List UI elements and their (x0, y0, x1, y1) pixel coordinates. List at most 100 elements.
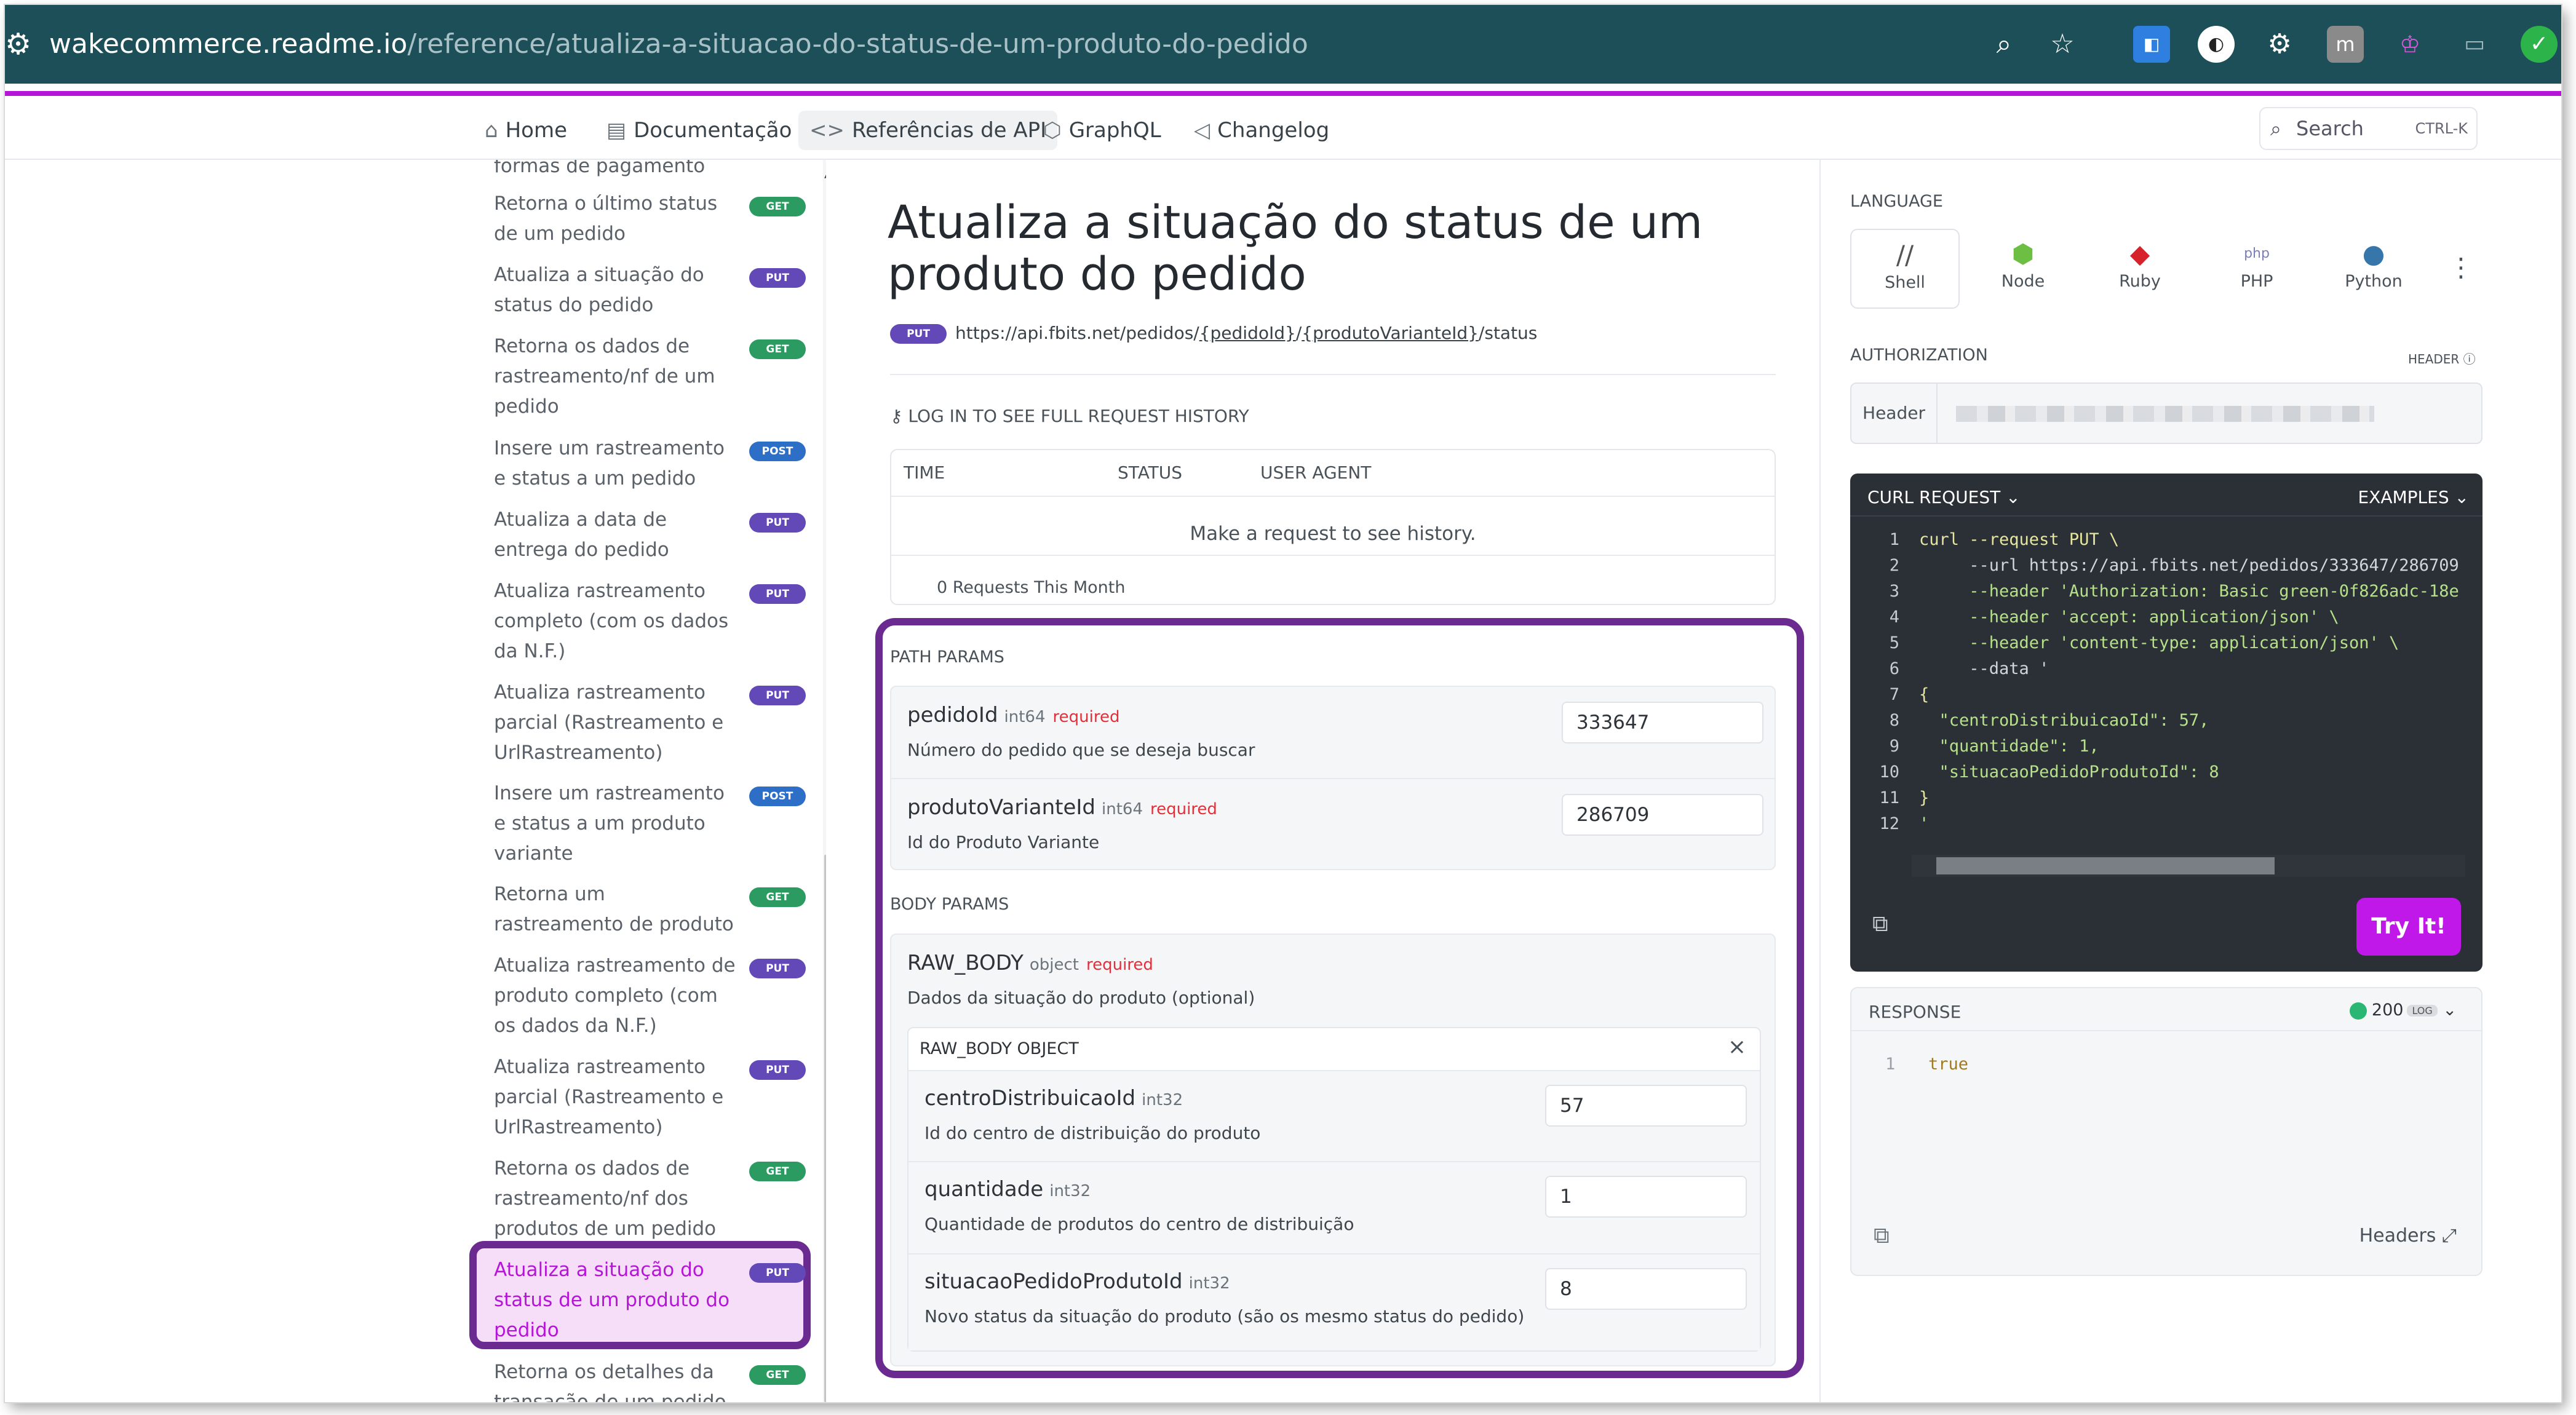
lang-shell[interactable]: // Shell (1850, 229, 1960, 309)
chevron-down-icon: ⌄ (2454, 487, 2469, 507)
line-number: 4 (1889, 608, 1899, 627)
extension-icon[interactable]: ♔ (2391, 26, 2428, 63)
nav-graphql[interactable]: ⬡ GraphQL (1032, 111, 1172, 150)
sidebar-item[interactable]: Insere um rastreamento e status a um ped… (494, 434, 740, 494)
browser-window: ⚙ wakecommerce.readme.io/reference/atual… (5, 5, 2561, 1402)
more-icon[interactable]: ⋮ (2448, 252, 2474, 282)
extension-icon[interactable]: ◧ (2133, 26, 2170, 63)
line-number: 9 (1889, 737, 1899, 756)
param-name-text: RAW_BODY (907, 951, 1024, 975)
situacaopedidoprodutoid-input[interactable] (1545, 1268, 1747, 1310)
sidebar-item-label: Atualiza a situação do status de um prod… (494, 1259, 730, 1341)
sidebar-item[interactable]: Atualiza a data de entrega do pedido (494, 505, 740, 565)
param-name: quantidade int32 (924, 1177, 1091, 1202)
bookmark-star-icon[interactable]: ☆ (2044, 26, 2081, 63)
try-it-button[interactable]: Try It! (2356, 898, 2461, 956)
lang-ruby[interactable]: ◆ Ruby (2085, 229, 2195, 309)
authorization-field[interactable]: Header (1850, 382, 2483, 444)
curl-title[interactable]: CURL REQUEST ⌄ (1867, 487, 2021, 507)
extension-m-icon[interactable]: m (2327, 26, 2364, 63)
url-base: https://api.fbits.net/pedidos/ (955, 323, 1199, 343)
scrollbar-thumb[interactable] (824, 855, 826, 1402)
history-empty-message: Make a request to see history. (1190, 523, 1476, 545)
response-status[interactable]: 200 LOG ⌄ (2349, 1001, 2457, 1020)
nav-changelog[interactable]: ◁ Changelog (1183, 111, 1340, 150)
sidebar-item[interactable]: Atualiza a situação do status do pedido (494, 260, 740, 320)
scrollbar-thumb[interactable] (1936, 857, 2275, 874)
line-number: 7 (1889, 685, 1899, 704)
search-shortcut: CTRL-K (2415, 120, 2468, 137)
produtovarianteid-input[interactable] (1562, 794, 1763, 836)
divider (891, 555, 1775, 556)
auth-key-label: Header (1851, 384, 1938, 443)
param-row: situacaoPedidoProdutoId int32 Novo status… (908, 1254, 1760, 1350)
nav-docs[interactable]: ▤ Documentação (595, 111, 803, 150)
check-icon[interactable]: ✓ (2521, 26, 2558, 63)
lang-php[interactable]: php PHP (2202, 229, 2312, 309)
login-notice[interactable]: ⚷ LOG IN TO SEE FULL REQUEST HISTORY (890, 406, 1249, 426)
nav-api-label: Referências de API (851, 118, 1047, 143)
extension-icon[interactable]: ◐ (2198, 26, 2235, 63)
sidebar-item[interactable]: Retorna os dados de rastreamento/nf de u… (494, 331, 740, 422)
search-button[interactable]: ⌕ Search CTRL-K (2259, 107, 2478, 150)
lang-python[interactable]: ● Python (2319, 229, 2428, 309)
sidebar-item[interactable]: Atualiza rastreamento completo (com os d… (494, 576, 740, 667)
path-params-box: pedidoId int64 required Número do pedido q… (890, 686, 1776, 870)
line-number: 10 (1879, 763, 1899, 782)
sidebar-item[interactable]: Insere um rastreamento e status a um pro… (494, 779, 740, 869)
window-icon[interactable]: ▭ (2456, 26, 2493, 63)
scroll-up-icon[interactable]: ▲ (824, 165, 826, 180)
copy-icon[interactable]: ⧉ (1874, 1223, 1890, 1249)
sidebar-scrollbar[interactable]: ▲ (823, 160, 826, 1402)
param-required: required (1052, 708, 1120, 726)
sidebar-item-label: Atualiza a data de entrega do pedido (494, 509, 669, 561)
info-icon: ⓘ (2463, 352, 2476, 367)
param-name: RAW_BODY object required (907, 951, 1153, 975)
pedidoid-input[interactable] (1562, 702, 1763, 743)
examples-dropdown[interactable]: EXAMPLES ⌄ (2358, 487, 2469, 507)
gear-extension-icon[interactable]: ⚙ (2261, 26, 2298, 63)
code-horizontal-scrollbar[interactable] (1912, 855, 2465, 877)
sidebar-item[interactable]: Retorna o último status de um pedido (494, 189, 740, 249)
param-type: int64 (1102, 800, 1143, 818)
sidebar-item[interactable]: Retorna os detalhes da transação de um p… (494, 1357, 740, 1402)
sidebar-item[interactable]: Atualiza rastreamento parcial (Rastreame… (494, 678, 740, 768)
param-name-text: centroDistribuicaoId (924, 1086, 1136, 1111)
code-text: "centroDistribuicaoId": 57, (1919, 711, 2209, 730)
sidebar-item[interactable]: formas de pagamento (494, 160, 740, 181)
param-desc: Quantidade de produtos do centro de dist… (924, 1214, 1354, 1234)
php-icon: php (2244, 246, 2270, 261)
sidebar-item-label: Retorna os detalhes da transação de um p… (494, 1361, 726, 1402)
browser-toolbar: ⚙ wakecommerce.readme.io/reference/atual… (5, 5, 2561, 84)
sidebar-item[interactable]: Atualiza rastreamento de produto complet… (494, 951, 740, 1041)
headers-label: Headers (2359, 1225, 2436, 1247)
sidebar-item-selected[interactable]: Atualiza a situação do status de um prod… (494, 1255, 740, 1346)
copy-icon[interactable]: ⧉ (1872, 911, 1888, 937)
quantidade-input[interactable] (1545, 1176, 1747, 1218)
chevron-down-icon: ⌄ (2006, 487, 2021, 507)
param-type: int32 (1049, 1182, 1091, 1200)
line-number: 12 (1879, 814, 1899, 833)
object-label: RAW_BODY OBJECT (920, 1039, 1079, 1058)
address-bar[interactable]: wakecommerce.readme.io/reference/atualiz… (49, 27, 1308, 61)
method-badge: POST (749, 442, 806, 461)
nav-api-reference[interactable]: <> Referências de API (798, 111, 1058, 150)
zoom-icon[interactable]: ⌕ (1986, 26, 2022, 63)
lang-node[interactable]: ⬢ Node (1968, 229, 2078, 309)
centrodistribuicaoid-input[interactable] (1545, 1085, 1747, 1127)
lang-label: Shell (1885, 273, 1925, 292)
shell-icon: // (1896, 240, 1914, 270)
nav-changelog-label: Changelog (1217, 118, 1330, 143)
home-icon: ⌂ (485, 118, 498, 143)
method-badge: PUT (890, 324, 947, 344)
sidebar-item[interactable]: Retorna os dados de rastreamento/nf dos … (494, 1154, 740, 1244)
auth-value-blurred[interactable] (1956, 406, 2374, 422)
sidebar-item[interactable]: Retorna um rastreamento de produto (494, 879, 740, 940)
site-info-icon[interactable]: ⚙ (5, 26, 31, 63)
response-headers-button[interactable]: Headers ⤢ (2359, 1225, 2457, 1247)
param-row: centroDistribuicaoId int32 Id do centro d… (908, 1070, 1760, 1162)
nav-home[interactable]: ⌂ Home (474, 111, 578, 150)
sidebar-item[interactable]: Atualiza rastreamento parcial (Rastreame… (494, 1052, 740, 1143)
ruby-icon: ◆ (2129, 239, 2150, 269)
close-icon[interactable]: × (1728, 1034, 1746, 1060)
